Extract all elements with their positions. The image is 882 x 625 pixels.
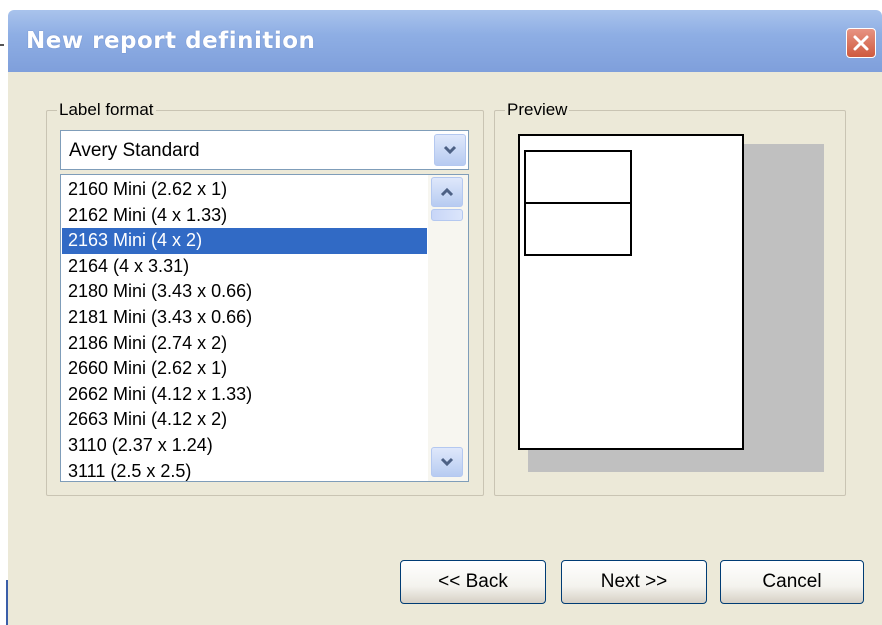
- close-button[interactable]: [846, 28, 876, 58]
- list-item[interactable]: 2164 (4 x 3.31): [62, 254, 427, 280]
- dropdown-button[interactable]: [434, 134, 466, 166]
- window-title: New report definition: [26, 28, 316, 54]
- dialog-window: New report definition Label format Avery…: [0, 0, 882, 625]
- label-vendor-dropdown[interactable]: Avery Standard: [60, 130, 469, 170]
- label-format-listbox[interactable]: 2160 Mini (2.62 x 1) 2162 Mini (4 x 1.33…: [60, 174, 469, 482]
- list-item-selected[interactable]: 2163 Mini (4 x 2): [62, 228, 427, 254]
- list-item[interactable]: 2662 Mini (4.12 x 1.33): [62, 382, 427, 408]
- scroll-thumb[interactable]: [431, 209, 463, 221]
- list-item[interactable]: 2160 Mini (2.62 x 1): [62, 177, 427, 203]
- label-format-group-label: Label format: [57, 100, 156, 119]
- preview-label-2: [524, 202, 632, 256]
- list-item[interactable]: 2162 Mini (4 x 1.33): [62, 203, 427, 229]
- window-left-edge: [0, 72, 8, 625]
- cancel-button[interactable]: Cancel: [720, 560, 864, 604]
- list-item[interactable]: 3111 (2.5 x 2.5): [62, 459, 427, 481]
- list-item[interactable]: 2186 Mini (2.74 x 2): [62, 331, 427, 357]
- label-vendor-value: Avery Standard: [69, 140, 200, 161]
- next-button[interactable]: Next >>: [561, 560, 707, 604]
- list-item[interactable]: 2181 Mini (3.43 x 0.66): [62, 305, 427, 331]
- list-item[interactable]: 2660 Mini (2.62 x 1): [62, 356, 427, 382]
- list-item[interactable]: 2663 Mini (4.12 x 2): [62, 407, 427, 433]
- back-button[interactable]: << Back: [400, 560, 546, 604]
- scroll-down-button[interactable]: [431, 447, 463, 477]
- edge-tick: [0, 44, 4, 46]
- list-item[interactable]: 2180 Mini (3.43 x 0.66): [62, 279, 427, 305]
- preview-page: [518, 134, 744, 450]
- label-preview: [518, 134, 824, 472]
- preview-label-1: [524, 150, 632, 204]
- vertical-scrollbar[interactable]: [428, 175, 468, 481]
- label-format-list: 2160 Mini (2.62 x 1) 2162 Mini (4 x 1.33…: [62, 177, 427, 481]
- title-bar[interactable]: New report definition: [8, 10, 882, 72]
- scroll-up-button[interactable]: [431, 177, 463, 207]
- preview-group-label: Preview: [505, 100, 570, 119]
- list-item[interactable]: 3110 (2.37 x 1.24): [62, 433, 427, 459]
